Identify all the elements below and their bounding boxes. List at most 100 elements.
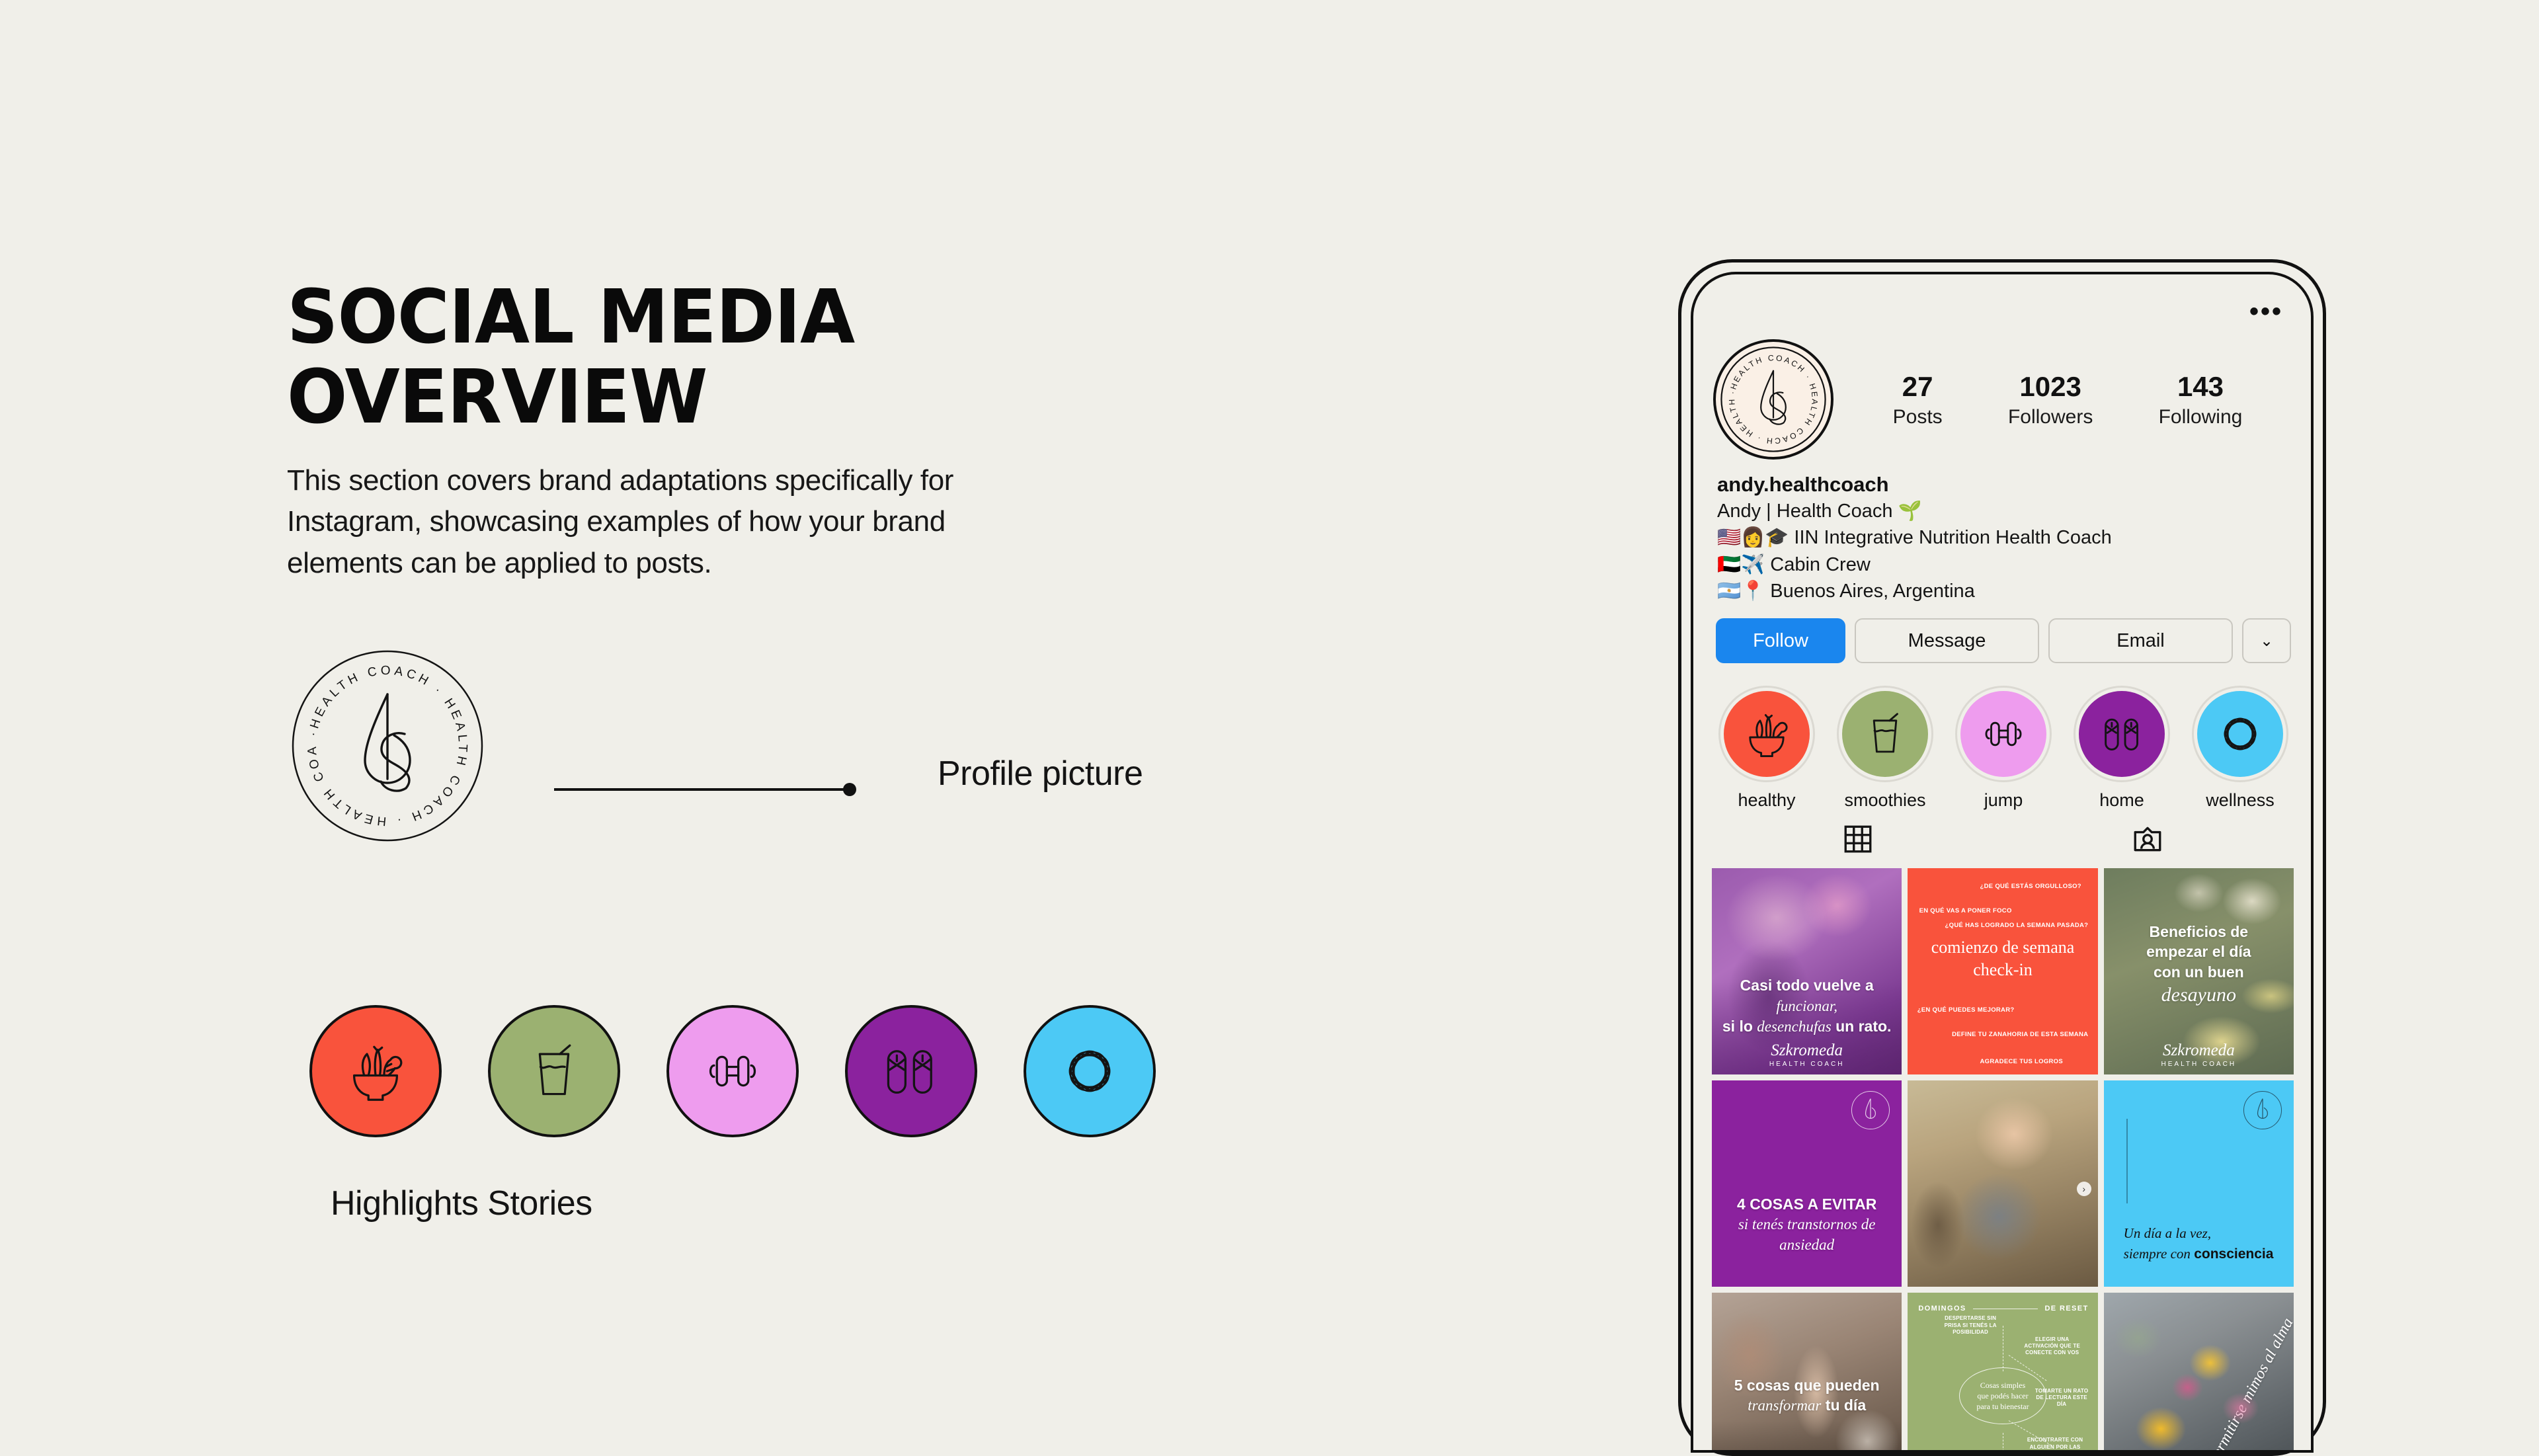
tab-grid[interactable] <box>1713 815 2003 863</box>
avatar[interactable]: ·HEALTH COACH · HEALTH COACH · HEALTH CO… <box>1713 339 1834 460</box>
brand-logo-badge: ·HEALTH COACH · HEALTH COACH · HEALTH CO… <box>288 647 487 845</box>
highlight-cover <box>1842 691 1928 777</box>
highlight-sample-home <box>845 1005 977 1137</box>
post-5[interactable]: › <box>1908 1080 2098 1287</box>
follow-button[interactable]: Follow <box>1716 618 1845 663</box>
chevron-down-icon[interactable]: ⌄ <box>2242 618 2291 663</box>
post-1[interactable]: Casi todo vuelve a funcionar, si lo dese… <box>1712 868 1902 1074</box>
highlight-home[interactable]: home <box>2074 686 2170 811</box>
post-6-line-1: Un día a la vez, <box>2123 1225 2212 1242</box>
post-6-line-2a: siempre con <box>2123 1245 2195 1262</box>
post-2[interactable]: ¿DE QUÉ ESTÁS ORGULLOSO? EN QUÉ VAS A PO… <box>1908 868 2098 1074</box>
post-1-text-a: Casi todo vuelve a <box>1740 977 1874 994</box>
highlight-smoothies[interactable]: smoothies <box>1837 686 1933 811</box>
stat-following-value: 143 <box>2177 371 2224 402</box>
post-3-line-3: con un buen <box>2153 963 2244 981</box>
veggie-bowl-icon <box>352 1045 403 1101</box>
highlight-cover <box>1724 691 1810 777</box>
smoothie-glass-icon <box>538 1044 571 1096</box>
highlight-jump[interactable]: jump <box>1955 686 2052 811</box>
stat-posts[interactable]: 27 Posts <box>1893 371 1943 428</box>
highlight-sample-wellness <box>1024 1005 1156 1137</box>
overflow-menu-icon[interactable]: ••• <box>2249 298 2283 325</box>
phone-mockup: ••• ·HEALTH COACH · HEALTH COACH · HEALT… <box>1678 259 2326 1456</box>
post-9-script-caption: Permitirse mimos al alma <box>2204 1315 2294 1453</box>
wordmark-sub: HEALTH COACH <box>2161 1061 2237 1068</box>
highlight-label: jump <box>1984 790 2023 810</box>
dumbbell-icon <box>1985 721 2022 747</box>
post-3-wordmark: Szkromeda HEALTH COACH <box>2104 1042 2294 1068</box>
post-3-line-1: Beneficios de <box>2149 923 2249 941</box>
post-8-header: DOMINGOS DE RESET <box>1918 1305 2088 1313</box>
carousel-next-icon[interactable]: › <box>2076 1181 2091 1196</box>
post-6-rule <box>2126 1119 2128 1203</box>
highlight-ring <box>1837 686 1933 782</box>
post-2-annotation-3: ¿QUÉ HAS LOGRADO LA SEMANA PASADA? <box>1945 922 2089 930</box>
highlight-cover <box>1960 691 2046 777</box>
post-1-text-e: un rato. <box>1831 1017 1892 1035</box>
post-7[interactable]: 5 cosas que pueden transformar tu día DE… <box>1712 1293 1902 1450</box>
page-subtitle: This section covers brand adaptations sp… <box>287 464 954 579</box>
svg-text:·HEALTH COACH · HEALTH COACH ·: ·HEALTH COACH · HEALTH COACH · HEALTH CO… <box>288 647 469 828</box>
stat-following-label: Following <box>2158 406 2243 428</box>
post-4-sub-2: ansiedad <box>1779 1236 1835 1254</box>
post-grid: Casi todo vuelve a funcionar, si lo dese… <box>1712 868 2294 1450</box>
highlight-ring <box>1955 686 2052 782</box>
highlight-label: wellness <box>2206 790 2275 810</box>
veggie-bowl-icon <box>1749 714 1788 758</box>
post-3-caption: Beneficios de empezar el día con un buen… <box>2104 922 2294 1008</box>
post-8-center-1: Cosas simples <box>1980 1380 2026 1390</box>
highlight-sample-jump <box>666 1005 799 1137</box>
post-6-caption: Un día a la vez, siempre con consciencia <box>2124 1223 2277 1264</box>
message-button[interactable]: Message <box>1855 618 2039 663</box>
dumbbell-icon <box>709 1055 756 1087</box>
post-6-line-2b: consciencia <box>2194 1246 2274 1262</box>
post-8-node-4: ENCONTRARTE CON ALGUIEN POR LAS CUALIDAD… <box>2027 1437 2083 1450</box>
highlight-ring <box>2074 686 2170 782</box>
email-button[interactable]: Email <box>2048 618 2233 663</box>
post-6[interactable]: Un día a la vez, siempre con consciencia <box>2103 1080 2294 1287</box>
smoothie-glass-icon <box>1873 713 1898 753</box>
post-4-logo-stamp <box>1850 1090 1891 1131</box>
post-6-logo-stamp <box>2242 1090 2283 1131</box>
slide-text-block: SOCIAL MEDIA OVERVIEW This section cover… <box>287 278 1411 584</box>
post-2-line-2: check-in <box>1973 960 2033 980</box>
bio-line-2: 🇺🇸👩🎓 IIN Integrative Nutrition Health Co… <box>1717 527 2112 549</box>
highlight-sample-smoothies <box>488 1005 620 1137</box>
post-7-text-c: tu día <box>1821 1396 1867 1414</box>
post-2-annotation-1: ¿DE QUÉ ESTÁS ORGULLOSO? <box>1980 882 2081 890</box>
post-3[interactable]: Beneficios de empezar el día con un buen… <box>2103 868 2294 1074</box>
scribble-ring-icon <box>1068 1050 1111 1092</box>
post-1-caption: Casi todo vuelve a funcionar, si lo dese… <box>1712 975 1902 1037</box>
post-2-center-text: comienzo de semana check-in <box>1908 936 2097 981</box>
profile-stats: 27 Posts 1023 Followers 143 Following <box>1834 339 2292 428</box>
post-8-center-3: para tu bienestar <box>1976 1402 2029 1412</box>
scribble-ring-icon <box>2224 717 2257 750</box>
highlight-label: healthy <box>1738 790 1796 810</box>
post-4-sub-1: si tenés transtornos de <box>1738 1215 1876 1233</box>
highlight-wellness[interactable]: wellness <box>2192 686 2288 811</box>
page-title-line-2: OVERVIEW <box>287 354 708 440</box>
highlights-showcase-row <box>309 1005 1156 1137</box>
post-8[interactable]: DOMINGOS DE RESET DESPERTARSE SIN PRISA … <box>1908 1293 2098 1450</box>
stat-followers[interactable]: 1023 Followers <box>2008 371 2093 428</box>
post-4[interactable]: 4 COSAS A EVITAR si tenés transtornos de… <box>1712 1080 1902 1287</box>
highlight-ring <box>2192 686 2288 782</box>
instagram-profile-header: ·HEALTH COACH · HEALTH COACH · HEALTH CO… <box>1713 339 2292 460</box>
grid-icon <box>1844 825 1872 853</box>
highlights-stories-label: Highlights Stories <box>331 1184 592 1223</box>
profile-picture-label: Profile picture <box>938 754 1143 793</box>
stat-following[interactable]: 143 Following <box>2159 371 2243 428</box>
post-2-annotation-6: AGRADECE TUS LOGROS <box>1980 1058 2064 1066</box>
bio-line-1: Andy | Health Coach 🌱 <box>1717 501 1922 522</box>
stat-posts-label: Posts <box>1892 406 1943 428</box>
highlight-healthy[interactable]: healthy <box>1718 686 1815 811</box>
post-9[interactable]: Permitirse mimos al alma Szkromeda HEALT… <box>2103 1293 2294 1453</box>
highlight-circle <box>666 1005 799 1137</box>
wordmark-sub: HEALTH COACH <box>1769 1061 1845 1068</box>
tab-tagged[interactable] <box>2003 815 2292 863</box>
post-1-text-c: si lo <box>1722 1017 1757 1035</box>
profile-bio: Andy | Health Coach 🌱 🇺🇸👩🎓 IIN Integrati… <box>1717 498 2112 604</box>
profile-username: andy.healthcoach <box>1717 473 1889 496</box>
highlight-ring <box>1718 686 1815 782</box>
